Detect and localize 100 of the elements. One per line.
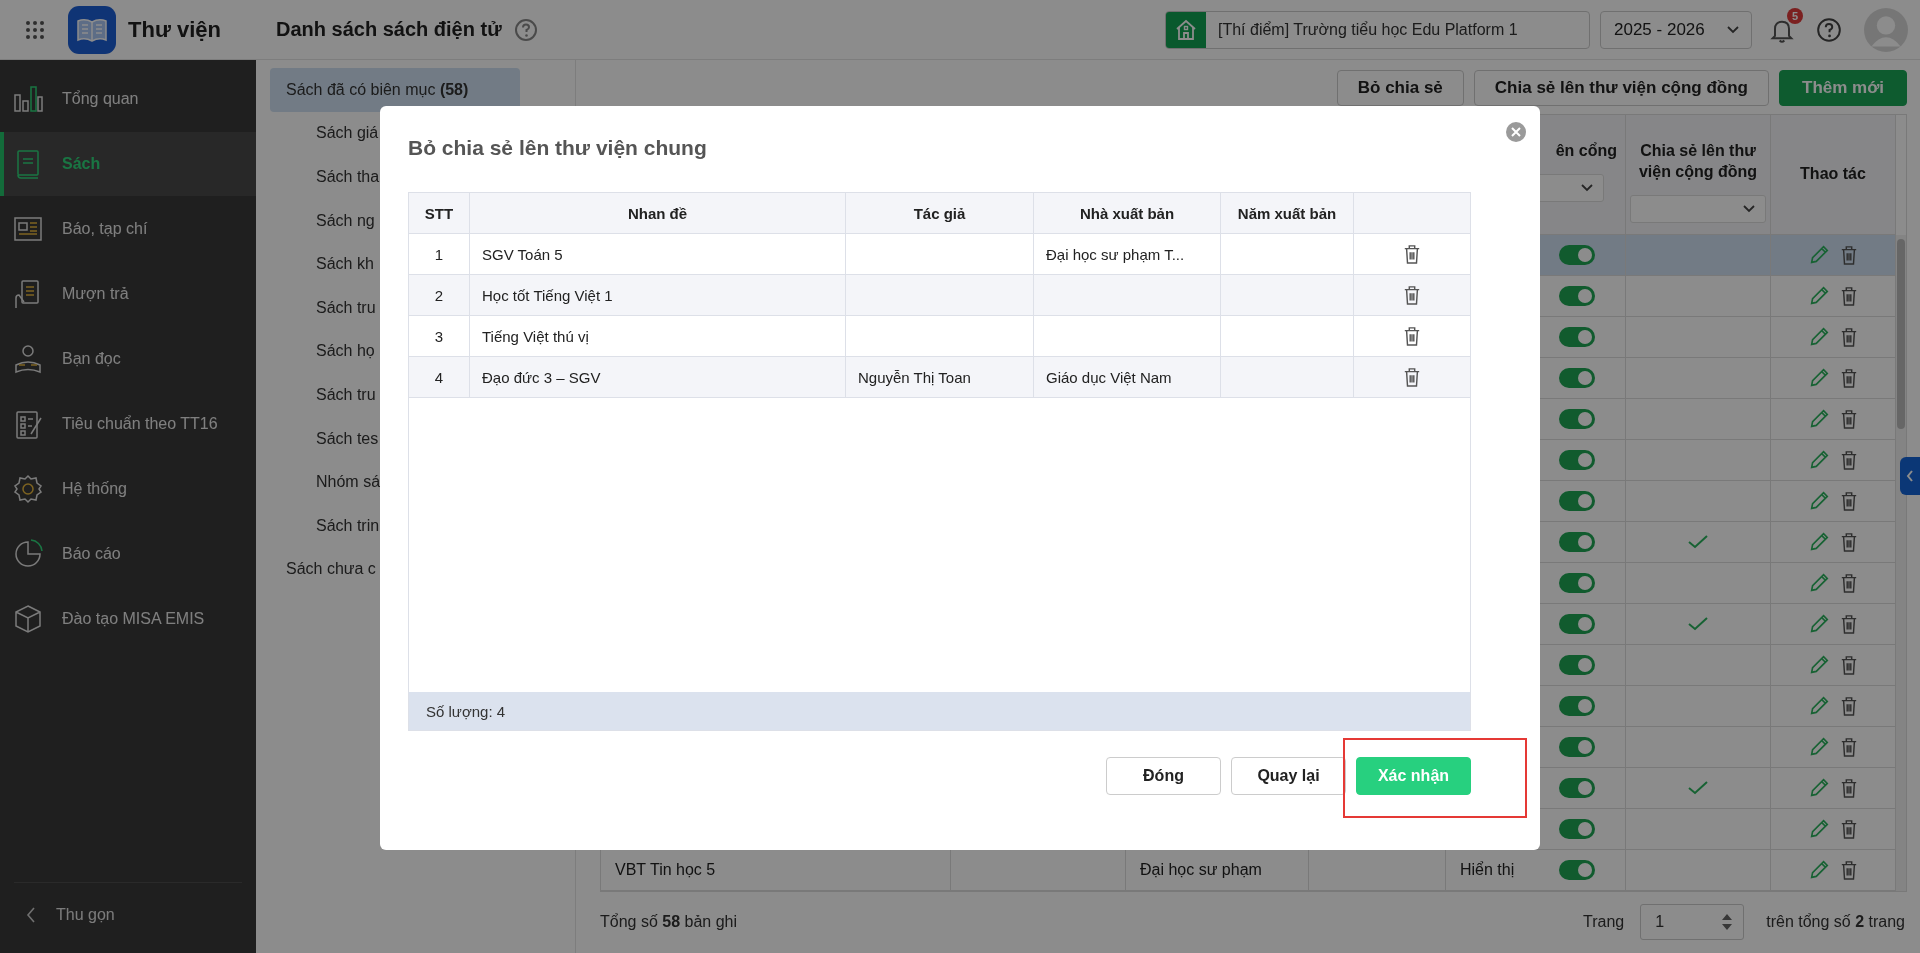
app-title: Thư viện xyxy=(128,16,221,43)
column-header: ên cổng xyxy=(1554,141,1618,161)
toggle-switch[interactable] xyxy=(1559,532,1595,552)
trash-icon[interactable] xyxy=(1840,614,1858,634)
toggle-switch[interactable] xyxy=(1559,614,1595,634)
toggle-switch[interactable] xyxy=(1559,286,1595,306)
trash-icon[interactable] xyxy=(1840,245,1858,265)
toggle-switch[interactable] xyxy=(1559,573,1595,593)
sidebar-item[interactable]: Đào tạo MISA EMIS xyxy=(0,587,256,651)
record-count: Tổng số 58 bản ghi xyxy=(600,913,737,931)
trash-icon[interactable] xyxy=(1840,409,1858,429)
toggle-switch[interactable] xyxy=(1559,327,1595,347)
toggle-switch[interactable] xyxy=(1559,696,1595,716)
chevron-down-icon xyxy=(1580,183,1593,192)
edit-pencil-icon[interactable] xyxy=(1808,613,1830,635)
category-item[interactable]: Sách đã có biên mục (58) xyxy=(270,68,520,112)
dialog-button[interactable]: Quay lại xyxy=(1231,757,1346,795)
column-header: STT xyxy=(424,204,454,222)
trash-icon[interactable] xyxy=(1403,244,1421,264)
chevron-down-icon xyxy=(1727,25,1739,34)
page-label: Trang xyxy=(1583,913,1625,931)
trash-icon[interactable] xyxy=(1840,819,1858,839)
edit-pencil-icon[interactable] xyxy=(1808,777,1830,799)
trash-icon[interactable] xyxy=(1840,532,1858,552)
toggle-switch[interactable] xyxy=(1559,245,1595,265)
trash-icon[interactable] xyxy=(1840,286,1858,306)
toggle-switch[interactable] xyxy=(1559,368,1595,388)
close-icon[interactable] xyxy=(1506,122,1526,142)
toggle-switch[interactable] xyxy=(1559,450,1595,470)
item-count: Số lượng: 4 xyxy=(426,702,506,720)
school-year-select[interactable]: 2025 - 2026 xyxy=(1600,10,1752,49)
edit-pencil-icon[interactable] xyxy=(1808,326,1830,348)
toggle-switch[interactable] xyxy=(1559,819,1595,839)
help-icon[interactable] xyxy=(1816,16,1842,43)
column-header: Thao tác xyxy=(1799,164,1867,185)
scrollbar-thumb[interactable] xyxy=(1897,239,1905,429)
app-grid-icon[interactable] xyxy=(25,19,45,40)
toggle-switch[interactable] xyxy=(1559,491,1595,511)
table-cell: VBT Tin học 5 xyxy=(615,861,716,879)
toggle-switch[interactable] xyxy=(1559,737,1595,757)
table-cell: Đại học sư phạm T... xyxy=(1046,245,1185,263)
toggle-switch[interactable] xyxy=(1559,778,1595,798)
trash-icon[interactable] xyxy=(1840,573,1858,593)
trash-icon[interactable] xyxy=(1840,696,1858,716)
table-row[interactable]: VBT Tin học 5 Đại học sư phạm Hiển thị xyxy=(601,850,1896,891)
sidebar-item[interactable]: Báo cáo xyxy=(0,522,256,586)
toggle-switch[interactable] xyxy=(1559,409,1595,429)
edit-pencil-icon[interactable] xyxy=(1808,285,1830,307)
edit-pencil-icon[interactable] xyxy=(1808,367,1830,389)
spinner-arrows-icon xyxy=(1721,912,1734,932)
edit-pencil-icon[interactable] xyxy=(1808,449,1830,471)
edit-pencil-icon[interactable] xyxy=(1808,654,1830,676)
trash-icon[interactable] xyxy=(1840,450,1858,470)
trash-icon[interactable] xyxy=(1840,778,1858,798)
toggle-switch[interactable] xyxy=(1559,655,1595,675)
trash-icon[interactable] xyxy=(1403,367,1421,387)
edit-pencil-icon[interactable] xyxy=(1808,408,1830,430)
sidebar-item[interactable]: Tiêu chuẩn theo TT16 xyxy=(0,392,256,456)
pie-chart-icon xyxy=(12,538,44,570)
edit-pencil-icon[interactable] xyxy=(1808,859,1830,881)
trash-icon[interactable] xyxy=(1840,327,1858,347)
toggle-switch[interactable] xyxy=(1559,860,1595,880)
trash-icon[interactable] xyxy=(1840,491,1858,511)
sidebar-item[interactable]: Báo, tạp chí xyxy=(0,197,256,261)
page-title: Danh sách sách điện tử xyxy=(276,18,502,41)
edit-pencil-icon[interactable] xyxy=(1808,695,1830,717)
help-icon[interactable] xyxy=(513,17,538,42)
filter-dropdown[interactable] xyxy=(1630,194,1766,223)
collapse-button[interactable]: Thu gọn xyxy=(14,882,242,947)
house-icon xyxy=(1174,17,1198,42)
toolbar-button[interactable]: Bỏ chia sẻ xyxy=(1336,70,1464,106)
edit-pencil-icon[interactable] xyxy=(1808,818,1830,840)
bar-chart-icon xyxy=(12,83,44,115)
edit-pencil-icon[interactable] xyxy=(1808,736,1830,758)
trash-icon[interactable] xyxy=(1840,368,1858,388)
school-selector[interactable]: [Thí điểm] Trường tiểu học Edu Platform 1 xyxy=(1165,10,1590,49)
edit-pencil-icon[interactable] xyxy=(1808,572,1830,594)
edit-pencil-icon[interactable] xyxy=(1808,244,1830,266)
side-panel-toggle[interactable] xyxy=(1900,457,1920,495)
sidebar-item[interactable]: Tổng quan xyxy=(0,67,256,131)
page-number-field[interactable]: 1 xyxy=(1640,904,1745,940)
trash-icon[interactable] xyxy=(1840,737,1858,757)
cube-icon xyxy=(12,603,44,635)
trash-icon[interactable] xyxy=(1403,326,1421,346)
sidebar-item[interactable]: Bạn đọc xyxy=(0,327,256,391)
edit-pencil-icon[interactable] xyxy=(1808,531,1830,553)
edit-pencil-icon[interactable] xyxy=(1808,490,1830,512)
dialog-button[interactable]: Đóng xyxy=(1106,757,1221,795)
sidebar-item[interactable]: Mượn trả xyxy=(0,262,256,326)
trash-icon[interactable] xyxy=(1403,285,1421,305)
table-cell: Giáo dục Việt Nam xyxy=(1046,368,1172,386)
sidebar-item[interactable]: Sách xyxy=(0,132,256,196)
trash-icon[interactable] xyxy=(1840,860,1858,880)
notification-badge: 5 xyxy=(1787,7,1803,24)
chevron-left-icon xyxy=(26,907,36,923)
sidebar-item[interactable]: Hệ thống xyxy=(0,457,256,521)
dialog-title: Bỏ chia sẻ lên thư viện chung xyxy=(408,136,708,161)
trash-icon[interactable] xyxy=(1840,655,1858,675)
column-header: Năm xuất bản xyxy=(1237,204,1337,222)
toolbar-button[interactable]: Chia sẻ lên thư viện cộng đồng xyxy=(1473,70,1769,106)
